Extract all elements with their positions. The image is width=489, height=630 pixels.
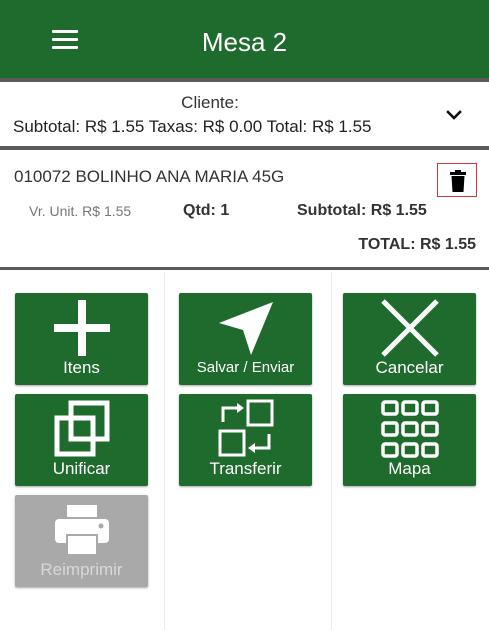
item-total: TOTAL: R$ 1.55 bbox=[358, 236, 476, 253]
trash-icon bbox=[450, 170, 466, 192]
cancelar-button[interactable]: Cancelar bbox=[343, 293, 476, 385]
itens-label: Itens bbox=[63, 358, 100, 377]
transferir-label: Transferir bbox=[209, 459, 282, 478]
reimprimir-button[interactable]: Reimprimir bbox=[15, 495, 148, 587]
app-bar: Mesa 2 bbox=[0, 0, 489, 78]
page-title: Mesa 2 bbox=[201, 27, 288, 57]
send-icon bbox=[218, 302, 273, 355]
item-name: 010072 BOLINHO ANA MARIA 45G bbox=[14, 167, 285, 186]
unit-price: Vr. Unit. R$ 1.55 bbox=[29, 203, 132, 219]
transfer-icon bbox=[218, 399, 273, 457]
printer-icon bbox=[54, 505, 109, 556]
plus-icon bbox=[53, 300, 110, 356]
quantity: Qtd: 1 bbox=[183, 202, 230, 219]
itens-button[interactable]: Itens bbox=[15, 293, 148, 385]
grid-icon bbox=[380, 400, 439, 458]
order-item: 010072 BOLINHO ANA MARIA 45G Vr. Unit. R… bbox=[0, 150, 489, 265]
divider bbox=[164, 272, 165, 630]
transferir-button[interactable]: Transferir bbox=[179, 394, 312, 486]
divider bbox=[331, 272, 332, 630]
client-summary[interactable]: Cliente: Subtotal: R$ 1.55 Taxas: R$ 0.0… bbox=[0, 82, 489, 146]
unificar-label: Unificar bbox=[52, 459, 111, 478]
client-totals: Subtotal: R$ 1.55 Taxas: R$ 0.00 Total: … bbox=[13, 117, 372, 136]
merge-icon bbox=[54, 400, 109, 457]
unificar-button[interactable]: Unificar bbox=[15, 394, 148, 486]
reimprimir-label: Reimprimir bbox=[40, 560, 123, 579]
close-icon bbox=[380, 299, 439, 357]
delete-item-button[interactable] bbox=[437, 163, 477, 197]
item-subtotal: Subtotal: R$ 1.55 bbox=[297, 202, 427, 219]
mapa-button[interactable]: Mapa bbox=[343, 394, 476, 486]
salvar-enviar-button[interactable]: Salvar / Enviar bbox=[179, 293, 312, 385]
cancelar-label: Cancelar bbox=[375, 358, 444, 377]
salvar-enviar-label: Salvar / Enviar bbox=[196, 359, 295, 376]
divider bbox=[0, 267, 489, 270]
mapa-label: Mapa bbox=[388, 459, 431, 478]
client-label: Cliente: bbox=[181, 93, 239, 112]
chevron-down-icon[interactable] bbox=[444, 105, 464, 125]
